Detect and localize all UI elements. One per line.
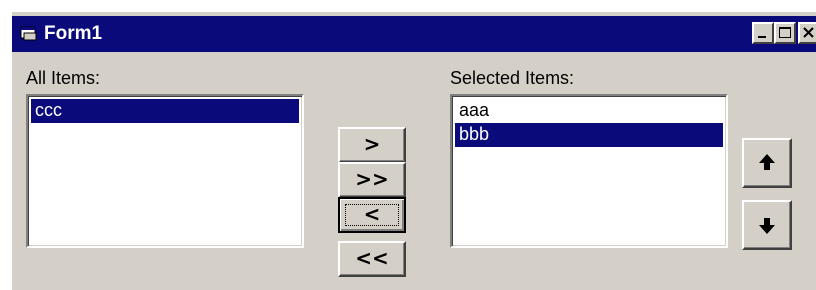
minimize-button[interactable] xyxy=(752,22,774,44)
close-button[interactable] xyxy=(798,22,816,44)
form-icon xyxy=(20,26,37,41)
move-down-button[interactable] xyxy=(742,200,792,250)
add-item-button[interactable]: > xyxy=(338,127,406,163)
arrow-up-icon xyxy=(759,154,775,170)
selected-items-listbox[interactable]: aaa bbb xyxy=(450,94,728,248)
remove-item-button[interactable]: < xyxy=(338,197,406,233)
list-item[interactable]: ccc xyxy=(31,99,299,123)
move-up-button[interactable] xyxy=(742,138,792,188)
selected-items-label: Selected Items: xyxy=(450,68,575,88)
maximize-icon xyxy=(779,27,791,38)
title-bar[interactable]: Form1 xyxy=(12,16,816,52)
add-all-button[interactable]: >> xyxy=(338,162,406,198)
form1-window: Form1 All Items: ccc > >> < << Selected … xyxy=(10,10,816,290)
list-item[interactable]: bbb xyxy=(455,123,723,147)
list-item[interactable]: aaa xyxy=(455,99,723,123)
minimize-icon xyxy=(758,36,766,38)
close-icon xyxy=(803,27,814,38)
maximize-button[interactable] xyxy=(774,22,796,44)
remove-all-button[interactable]: << xyxy=(338,241,406,277)
all-items-label: All Items: xyxy=(26,68,101,88)
all-items-listbox[interactable]: ccc xyxy=(26,94,304,248)
window-title: Form1 xyxy=(44,23,103,44)
arrow-down-icon xyxy=(759,218,775,234)
